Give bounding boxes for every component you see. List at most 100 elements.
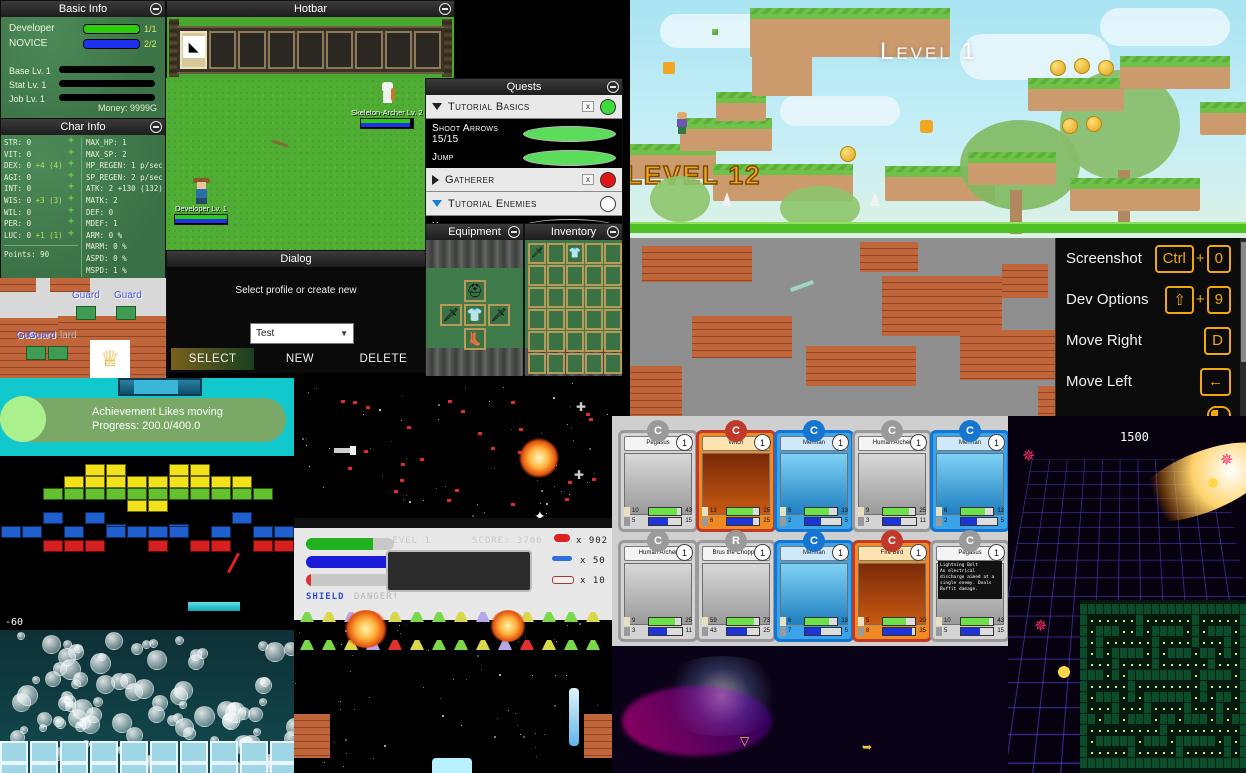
profile-select[interactable]: Test ▼ [250, 323, 354, 344]
keybind-row[interactable]: Dev Options ⇧ +9 [1056, 279, 1246, 320]
weapon-right-slot[interactable]: 🗡 [488, 304, 510, 326]
keybind-row[interactable]: Move Up [1056, 402, 1246, 416]
minimize-icon[interactable] [607, 226, 619, 238]
inventory-slot[interactable] [566, 353, 584, 374]
inventory-slot[interactable] [585, 309, 603, 330]
inventory-slot[interactable] [547, 309, 565, 330]
inventory-slot[interactable] [604, 243, 622, 264]
creature-card[interactable]: C Human Archer 1 9 25 3 11 [852, 420, 932, 532]
helmet-slot[interactable]: ⛑ [464, 280, 486, 302]
hotbar-slot[interactable] [238, 31, 266, 69]
inventory-slot[interactable] [566, 331, 584, 352]
keybind-row[interactable]: Screenshot Ctrl +0 [1056, 238, 1246, 279]
shirt-item[interactable]: 👕 [566, 243, 584, 264]
card-collection-viewport[interactable]: C Pegasus 1 10 43 5 15 C Witch 1 12 25 6 25 C Merman 1 6 1… [612, 416, 1008, 646]
creature-card[interactable]: C Pegasus 1 Lightning Bolt An electrical disc… [930, 530, 1008, 642]
increase-stat-button[interactable]: + [68, 170, 76, 180]
scrollbar[interactable] [1240, 238, 1246, 416]
minimize-icon[interactable] [150, 121, 162, 133]
increase-stat-button[interactable]: + [68, 228, 76, 238]
keybind-row[interactable]: Move Left ← [1056, 361, 1246, 402]
inventory-slot[interactable] [604, 353, 622, 374]
close-quest-button[interactable]: x [582, 174, 594, 185]
creature-card[interactable]: C Fire Bird 1 5 20 8 35 [852, 530, 932, 642]
inventory-slot[interactable] [528, 287, 546, 308]
inventory-slot[interactable] [528, 265, 546, 286]
increase-stat-button[interactable]: + [68, 147, 76, 157]
minimize-icon[interactable] [150, 3, 162, 15]
sword-item[interactable]: 🗡 [528, 243, 546, 264]
inventory-slot[interactable] [547, 287, 565, 308]
increase-stat-button[interactable]: + [68, 182, 76, 192]
minimize-icon[interactable] [508, 226, 520, 238]
breakout-viewport[interactable] [0, 456, 294, 616]
inventory-slot[interactable] [585, 287, 603, 308]
inventory-slot[interactable] [604, 265, 622, 286]
boots-slot[interactable]: 👢 [464, 328, 486, 350]
creature-card[interactable]: C Merman 1 6 13 2 5 [774, 420, 854, 532]
inventory-slot[interactable] [566, 309, 584, 330]
minimize-icon[interactable] [607, 81, 619, 93]
inventory-slot[interactable] [547, 265, 565, 286]
player-unit[interactable]: Developer Lv. 1 [174, 178, 228, 225]
inventory-slot[interactable] [604, 287, 622, 308]
cosmos-viewport[interactable]: ▽ ➥ ⟳ [612, 646, 1008, 773]
chevron-down-icon[interactable] [432, 200, 442, 207]
inventory-slot[interactable] [566, 287, 584, 308]
weapon-left-slot[interactable]: 🗡 [440, 304, 462, 326]
hotbar-slot[interactable] [413, 31, 441, 69]
hotbar-slot[interactable] [326, 31, 354, 69]
increase-stat-button[interactable]: + [68, 159, 76, 169]
inventory-slot[interactable] [585, 353, 603, 374]
inventory-slot[interactable] [547, 243, 565, 264]
increase-stat-button[interactable]: + [68, 205, 76, 215]
paddle[interactable] [188, 602, 240, 611]
hotbar-slot[interactable] [296, 31, 325, 69]
hotbar-slot[interactable] [355, 31, 383, 69]
new-button[interactable]: NEW [258, 348, 341, 370]
inventory-slot[interactable] [547, 353, 565, 374]
maze-wall [1152, 637, 1159, 647]
creature-card[interactable]: C Witch 1 12 25 6 25 [696, 420, 776, 532]
close-quest-button[interactable]: x [582, 101, 594, 112]
chevron-right-icon[interactable] [432, 174, 439, 185]
game-world-viewport[interactable]: Skeleton-Archer Lv. 2 Developer Lv. 1 [166, 78, 455, 250]
armor-slot[interactable]: 👕 [464, 304, 486, 326]
delete-button[interactable]: DELETE [342, 348, 425, 370]
hotbar-slot[interactable] [267, 31, 295, 69]
minimize-icon[interactable] [439, 3, 451, 15]
increase-stat-button[interactable]: + [68, 193, 76, 203]
inventory-slot[interactable] [604, 309, 622, 330]
inventory-slot[interactable] [585, 331, 603, 352]
creature-card[interactable]: C Human Archer 1 9 25 3 11 [618, 530, 698, 642]
inventory-slot[interactable] [585, 243, 603, 264]
platformer-viewport[interactable]: LEVEL 12 Level 1 [630, 0, 1246, 238]
hotbar-slot[interactable] [209, 31, 237, 69]
space-shooter-viewport[interactable]: ✦ ✚ ✚ SHIELD DANGER! LEVEL 1 SCORE: 3700… [294, 378, 612, 773]
underwater-viewport[interactable]: -60 [0, 616, 294, 773]
increase-stat-button[interactable]: + [68, 217, 76, 227]
creature-card[interactable]: C Pegasus 1 10 43 5 15 [618, 420, 698, 532]
inventory-slot[interactable] [528, 353, 546, 374]
inventory-slot[interactable] [585, 265, 603, 286]
quest-group-header[interactable]: Gatherer x [426, 168, 622, 192]
inventory-slot[interactable] [528, 309, 546, 330]
inventory-slot[interactable] [547, 331, 565, 352]
quest-group-header[interactable]: Tutorial Enemies [426, 192, 622, 216]
inventory-slot[interactable] [566, 265, 584, 286]
creature-card[interactable]: R Brus the Chopper 1 59 73 43 25 [696, 530, 776, 642]
guard-level-viewport[interactable]: Guard Guard Gua Guard lard ♕ [0, 278, 166, 378]
creature-card[interactable]: C Merman 1 6 13 2 5 [930, 420, 1008, 532]
inventory-slot[interactable] [528, 331, 546, 352]
keybind-row[interactable]: Move Right D [1056, 320, 1246, 361]
increase-stat-button[interactable]: + [68, 136, 76, 146]
quest-group-header[interactable]: Tutorial Basics x [426, 95, 622, 119]
enemy-unit[interactable]: Skeleton-Archer Lv. 2 [351, 82, 423, 129]
hotbar-slot[interactable]: ◣ [180, 31, 208, 69]
maze-viewport[interactable] [1080, 600, 1246, 773]
select-button[interactable]: SELECT [171, 348, 255, 370]
hotbar-slot[interactable] [384, 31, 412, 69]
inventory-slot[interactable] [604, 331, 622, 352]
chevron-down-icon[interactable] [432, 103, 442, 110]
creature-card[interactable]: C Merman 1 6 13 7 5 [774, 530, 854, 642]
